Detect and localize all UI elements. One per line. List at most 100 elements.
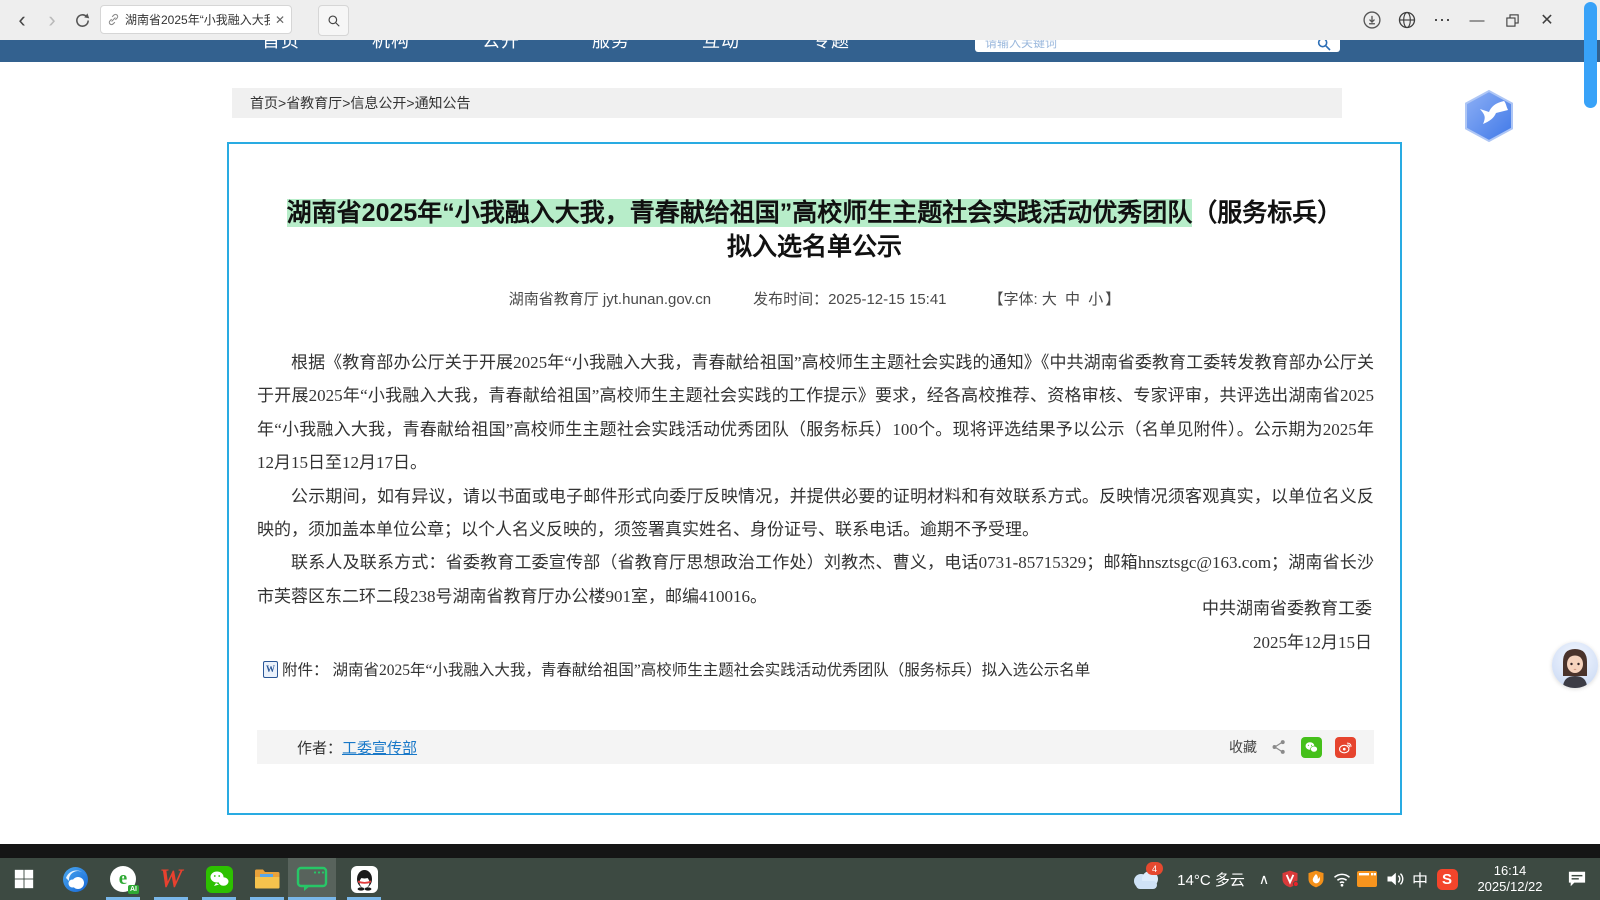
tray-sogou[interactable]: S bbox=[1434, 858, 1460, 900]
breadcrumb-home[interactable]: 首页 bbox=[250, 93, 278, 113]
breadcrumb-notice[interactable]: 通知公告 bbox=[415, 93, 471, 113]
screen: ‹ › 湖南省2025年“小我融入大我 ✕ ⋯ — ✕ bbox=[0, 0, 1600, 900]
share-icon[interactable] bbox=[1270, 738, 1288, 756]
browser-search-button[interactable] bbox=[318, 5, 349, 36]
assistant-avatar[interactable] bbox=[1552, 642, 1598, 688]
article-container: 湖南省2025年“小我融入大我，青春献给祖国”高校师生主题社会实践活动优秀团队（… bbox=[227, 142, 1402, 815]
tray-network[interactable] bbox=[1330, 858, 1354, 900]
breadcrumb-separator: > bbox=[278, 95, 286, 111]
author-label: 作者： bbox=[297, 737, 342, 758]
title-highlighted-text: 湖南省2025年“小我融入大我，青春献给祖国”高校师生主题社会实践活动优秀团队 bbox=[287, 199, 1193, 227]
close-icon: ✕ bbox=[1540, 10, 1553, 30]
browser-forward-button[interactable]: › bbox=[38, 6, 66, 34]
windows-start-icon bbox=[13, 868, 35, 890]
site-search-input[interactable]: 请输入关键词 bbox=[975, 40, 1340, 52]
breadcrumb-info[interactable]: 信息公开 bbox=[350, 93, 406, 113]
wechat-share-icon[interactable] bbox=[1301, 737, 1322, 758]
action-center-button[interactable] bbox=[1562, 858, 1592, 900]
xunlei-float-button[interactable] bbox=[1462, 88, 1516, 144]
wechat-icon bbox=[206, 866, 233, 893]
attachment-label: 附件： bbox=[282, 658, 329, 680]
weibo-eye bbox=[1338, 740, 1353, 755]
minimize-icon: — bbox=[1470, 12, 1485, 29]
shield-v-icon bbox=[1280, 869, 1300, 889]
nav-item-org[interactable]: 机构 bbox=[372, 40, 410, 51]
browser-refresh-button[interactable] bbox=[68, 6, 96, 34]
weather-widget[interactable]: 4 bbox=[1126, 858, 1166, 900]
nav-item-interaction[interactable]: 互动 bbox=[702, 40, 740, 51]
notification-icon bbox=[1567, 870, 1587, 888]
globe-icon bbox=[1397, 10, 1417, 30]
page-title: 湖南省2025年“小我融入大我，青春献给祖国”高校师生主题社会实践活动优秀团队（… bbox=[229, 196, 1400, 264]
close-window-button[interactable]: ✕ bbox=[1534, 7, 1560, 33]
search-icon bbox=[327, 14, 341, 28]
avatar-icon bbox=[1552, 642, 1598, 688]
taskbar-file-explorer[interactable] bbox=[247, 858, 287, 900]
file-explorer-icon bbox=[253, 867, 281, 891]
taskbar-360ai-browser[interactable]: eAI bbox=[103, 858, 143, 900]
favorite-button[interactable]: 收藏 bbox=[1229, 737, 1257, 757]
wps-icon: W bbox=[159, 864, 182, 894]
weibo-share-icon[interactable] bbox=[1335, 737, 1356, 758]
font-size-widget[interactable]: 【字体: 大 中 小】 bbox=[989, 288, 1121, 309]
browser-menu-button[interactable]: ⋯ bbox=[1429, 7, 1455, 33]
nav-item-service[interactable]: 服务 bbox=[592, 40, 630, 51]
title-line2: 拟入选名单公示 bbox=[229, 230, 1400, 264]
attachment-link[interactable]: 湖南省2025年“小我融入大我，青春献给祖国”高校师生主题社会实践活动优秀团队（… bbox=[333, 658, 1091, 680]
scrollbar-thumb[interactable] bbox=[1584, 2, 1597, 108]
taskbar: eAI W 4 14°C 多云 ∧ bbox=[0, 858, 1600, 900]
ime-indicator[interactable]: 中 bbox=[1408, 858, 1432, 900]
tab-title: 湖南省2025年“小我融入大我 bbox=[125, 11, 270, 28]
title-suffix-text: （服务标兵） bbox=[1192, 199, 1342, 227]
browser-tab[interactable]: 湖南省2025年“小我融入大我 ✕ bbox=[100, 5, 292, 34]
taskbar-clock[interactable]: 16:14 2025/12/22 bbox=[1462, 858, 1558, 900]
orange-window-icon bbox=[1356, 870, 1378, 888]
sogou-icon: S bbox=[1437, 869, 1458, 890]
tray-display-app[interactable] bbox=[1354, 858, 1380, 900]
link-icon bbox=[107, 13, 120, 26]
share-group: 收藏 bbox=[1229, 737, 1356, 758]
window-bottom-edge bbox=[0, 844, 1600, 858]
forward-icon: › bbox=[48, 7, 55, 33]
wechat-bubbles bbox=[1304, 740, 1319, 755]
taskbar-wps[interactable]: W bbox=[151, 858, 191, 900]
taskbar-chat-tool-active[interactable] bbox=[288, 858, 336, 900]
taskbar-qq-browser[interactable] bbox=[55, 858, 95, 900]
weather-badge: 4 bbox=[1146, 862, 1163, 875]
attachment-row: W 附件： 湖南省2025年“小我融入大我，青春献给祖国”高校师生主题社会实践活… bbox=[263, 658, 1090, 680]
qq-icon bbox=[351, 866, 378, 893]
chevron-up-icon: ∧ bbox=[1259, 871, 1269, 888]
download-icon bbox=[1362, 10, 1382, 30]
article-meta: 湖南省教育厅 jyt.hunan.gov.cn 发布时间：2025-12-15 … bbox=[229, 288, 1400, 309]
tab-close-icon[interactable]: ✕ bbox=[275, 13, 285, 27]
nav-item-disclosure[interactable]: 公开 bbox=[482, 40, 520, 51]
breadcrumb-dept[interactable]: 省教育厅 bbox=[286, 93, 342, 113]
breadcrumb-separator: > bbox=[406, 95, 414, 111]
globe-button[interactable] bbox=[1394, 7, 1420, 33]
weather-text[interactable]: 14°C 多云 bbox=[1166, 858, 1256, 900]
nav-item-topics[interactable]: 专题 bbox=[812, 40, 850, 51]
publish-value: 2025-12-15 15:41 bbox=[828, 291, 946, 308]
browser-window-controls: ⋯ — ✕ bbox=[1359, 6, 1560, 34]
browser-back-button[interactable]: ‹ bbox=[8, 6, 36, 34]
restore-icon bbox=[1505, 13, 1520, 28]
site-nav-bar: 首页 机构 公开 服务 互动 专题 请输入关键词 bbox=[0, 40, 1600, 62]
site-search-icon bbox=[1316, 40, 1332, 52]
flame-shield-icon bbox=[1306, 869, 1326, 889]
taskbar-qq[interactable] bbox=[344, 858, 384, 900]
taskbar-wechat[interactable] bbox=[199, 858, 239, 900]
author-link[interactable]: 工委宣传部 bbox=[342, 737, 417, 758]
minimize-button[interactable]: — bbox=[1464, 7, 1490, 33]
360ai-browser-icon: eAI bbox=[110, 866, 136, 892]
restore-button[interactable] bbox=[1499, 7, 1525, 33]
download-button[interactable] bbox=[1359, 7, 1385, 33]
tray-antivirus[interactable] bbox=[1278, 858, 1302, 900]
start-button[interactable] bbox=[4, 858, 44, 900]
tray-expand-button[interactable]: ∧ bbox=[1252, 858, 1276, 900]
nav-item-home[interactable]: 首页 bbox=[262, 40, 300, 51]
font-size-label: 【字体: bbox=[989, 291, 1038, 308]
tray-huorong[interactable] bbox=[1304, 858, 1328, 900]
font-size-options[interactable]: 大 中 小 bbox=[1042, 291, 1105, 308]
tray-volume[interactable] bbox=[1382, 858, 1408, 900]
article-body: 根据《教育部办公厅关于开展2025年“小我融入大我，青春献给祖国”高校师生主题社… bbox=[257, 346, 1374, 613]
